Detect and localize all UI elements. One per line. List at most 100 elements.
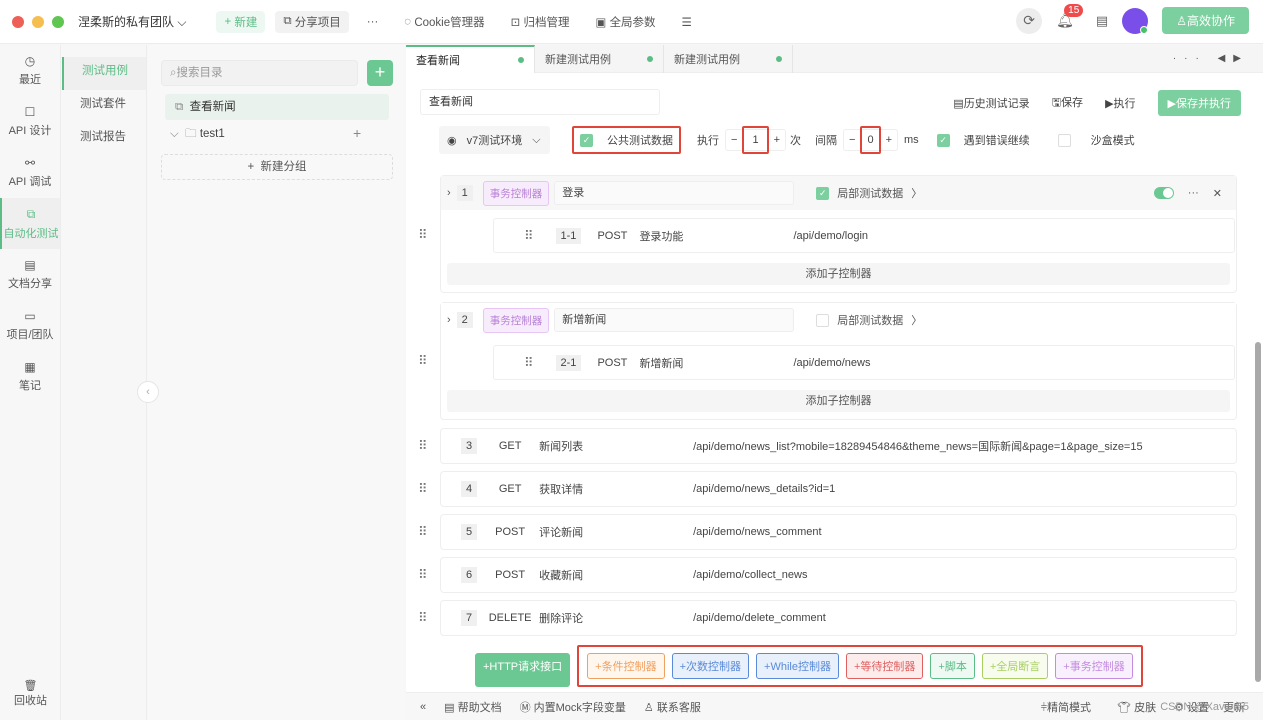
add-controller-button[interactable]: +次数控制器 [671, 653, 750, 679]
controller-name-input[interactable]: 登录 [554, 181, 795, 205]
sync-icon[interactable]: ⟳ [1016, 7, 1043, 34]
plus-icon[interactable]: + [881, 134, 897, 146]
archive-button[interactable]: ⊡ 归档管理 [503, 11, 578, 33]
interval-stepper[interactable]: −0 + [843, 126, 898, 154]
add-sub-controller-button[interactable]: 添加子控制器 [447, 263, 1230, 285]
nav-api-debug[interactable]: ⚯ API 调试 [0, 147, 60, 198]
exec-count-value[interactable]: 1 [742, 126, 769, 154]
nav-doc-share[interactable]: ▤ 文档分享 [0, 249, 60, 300]
sub-step[interactable]: ⠿ 2-1 POST 新增新闻 /api/demo/news [493, 345, 1235, 380]
drag-handle-icon[interactable]: ⠿ [418, 227, 427, 243]
folder-add-icon[interactable]: + [353, 125, 361, 141]
nav-test-suites[interactable]: 测试套件 [62, 90, 146, 123]
history-button[interactable]: ▤历史测试记录 [953, 95, 1029, 111]
drag-handle-icon[interactable]: ⠿ [524, 228, 533, 244]
drag-handle-icon[interactable]: ⠿ [418, 438, 427, 454]
scrollbar[interactable] [1255, 342, 1261, 682]
tab-navigation[interactable]: ··· ◀▶ [1173, 53, 1249, 64]
tab-view-news[interactable]: 查看新闻 [406, 44, 535, 73]
local-data-checkbox[interactable] [816, 313, 830, 327]
help-docs-button[interactable]: ▤ 帮助文档 [444, 699, 501, 715]
save-and-run-button[interactable]: ▶保存并执行 [1157, 90, 1241, 116]
drag-handle-icon[interactable]: ⠿ [418, 353, 427, 369]
more-icon[interactable]: ··· [1173, 53, 1207, 64]
nav-trash[interactable]: 🗑︎ 回收站 [0, 679, 61, 708]
more-button[interactable]: ··· [359, 11, 387, 33]
collapse-footer-icon[interactable]: « [420, 701, 426, 713]
minus-icon[interactable]: − [844, 134, 860, 146]
local-data-link[interactable]: 局部测试数据 [837, 312, 903, 328]
add-controller-button[interactable]: +While控制器 [756, 653, 839, 679]
case-name-input[interactable]: 查看新闻 [420, 89, 660, 115]
save-button[interactable]: 🖫︎保存 [1052, 94, 1083, 113]
local-data-link[interactable]: 局部测试数据 [837, 185, 903, 201]
run-button[interactable]: ▶执行 [1105, 95, 1135, 111]
new-button[interactable]: + 新建 [216, 10, 266, 33]
step-row[interactable]: 6 POST 收藏新闻 /api/demo/collect_news [440, 557, 1237, 593]
more-icon[interactable]: ··· [1188, 187, 1199, 199]
enable-toggle[interactable] [1153, 187, 1174, 199]
sandbox-checkbox[interactable] [1057, 133, 1071, 147]
close-window-button[interactable] [12, 15, 24, 28]
minimize-window-button[interactable] [32, 15, 44, 28]
step-row[interactable]: 3 GET 新闻列表 /api/demo/news_list?mobile=18… [440, 428, 1237, 464]
bell-icon[interactable]: 🔔︎ 15 [1056, 4, 1084, 29]
plus-icon[interactable]: + [769, 134, 785, 146]
add-controller-button[interactable]: +事务控制器 [1055, 653, 1133, 679]
env-selector[interactable]: ◉ v7测试环境 ⌵ [439, 126, 550, 154]
global-params-button[interactable]: ▣ 全局参数 [587, 11, 663, 33]
step-row[interactable]: 7 DELETE 删除评论 /api/demo/delete_comment [440, 600, 1237, 636]
expand-icon[interactable]: › [447, 314, 451, 326]
new-group-button[interactable]: + 新建分组 [161, 154, 393, 180]
collab-button[interactable]: ♙高效协作 [1162, 7, 1249, 34]
contact-support-button[interactable]: ♙ 联系客服 [644, 699, 701, 715]
avatar[interactable] [1122, 7, 1149, 34]
drag-handle-icon[interactable]: ⠿ [418, 567, 427, 583]
add-case-button[interactable]: + [367, 60, 393, 86]
interval-value[interactable]: 0 [860, 126, 881, 154]
drag-handle-icon[interactable]: ⠿ [524, 355, 533, 371]
nav-test-cases[interactable]: 测试用例 [62, 57, 146, 90]
tab-new-case-2[interactable]: 新建测试用例 [664, 44, 793, 73]
menu-toggle-icon[interactable]: ☰ [674, 11, 700, 33]
tree-folder[interactable]: ⌵ 🗀︎ test1 [170, 125, 370, 143]
prev-tab-icon[interactable]: ◀ [1218, 53, 1234, 64]
public-data-checkbox[interactable]: ✓ 公共测试数据 [572, 126, 681, 154]
local-data-checkbox[interactable]: ✓ [816, 186, 830, 200]
drag-handle-icon[interactable]: ⠿ [418, 610, 427, 626]
nav-project-team[interactable]: ▭ 项目/团队 [0, 300, 60, 351]
mock-vars-button[interactable]: Ⓜ 内置Mock字段变量 [520, 699, 626, 715]
team-selector[interactable]: 涅柔斯的私有团队 ⌵ [78, 13, 186, 30]
add-sub-controller-button[interactable]: 添加子控制器 [447, 390, 1230, 412]
continue-on-error-checkbox[interactable]: ✓ [936, 133, 950, 147]
simple-mode-button[interactable]: ⫩精简模式 [1041, 699, 1091, 715]
cookie-manager-button[interactable]: ◌ Cookie管理器 [396, 11, 492, 33]
minus-icon[interactable]: − [726, 134, 742, 146]
expand-icon[interactable]: › [447, 187, 451, 199]
next-tab-icon[interactable]: ▶ [1233, 53, 1249, 64]
skin-button[interactable]: 👕︎ 皮肤 [1117, 699, 1156, 715]
step-row[interactable]: 4 GET 获取详情 /api/demo/news_details?id=1 [440, 471, 1237, 507]
nav-auto-test[interactable]: ⧉ 自动化测试 [0, 198, 60, 249]
exec-count-stepper[interactable]: −1 + [725, 126, 786, 154]
notes-icon[interactable]: ▤ [1096, 13, 1108, 29]
add-controller-button[interactable]: +脚本 [930, 653, 975, 679]
add-controller-button[interactable]: +条件控制器 [587, 653, 665, 679]
step-row[interactable]: 5 POST 评论新闻 /api/demo/news_comment [440, 514, 1237, 550]
nav-notes[interactable]: ▦ 笔记 [0, 351, 60, 402]
add-controller-button[interactable]: +等待控制器 [845, 653, 924, 679]
collapse-sidebar-button[interactable]: ‹ [137, 381, 159, 403]
maximize-window-button[interactable] [52, 15, 64, 28]
close-icon[interactable]: ✕ [1213, 187, 1222, 200]
drag-handle-icon[interactable]: ⠿ [418, 481, 427, 497]
search-input[interactable]: ⌕搜索目录 [161, 60, 358, 86]
nav-recent[interactable]: ◷ 最近 [0, 45, 60, 96]
add-controller-button[interactable]: +全局断言 [981, 653, 1049, 679]
tab-new-case-1[interactable]: 新建测试用例 [535, 44, 664, 73]
share-project-button[interactable]: ⧉ 分享项目 [275, 10, 349, 33]
controller-name-input[interactable]: 新增新闻 [554, 308, 795, 332]
nav-api-design[interactable]: ☐ API 设计 [0, 96, 60, 147]
drag-handle-icon[interactable]: ⠿ [418, 524, 427, 540]
sub-step[interactable]: ⠿ 1-1 POST 登录功能 /api/demo/login [493, 218, 1235, 253]
add-http-request-button[interactable]: +HTTP请求接口 [475, 653, 571, 687]
